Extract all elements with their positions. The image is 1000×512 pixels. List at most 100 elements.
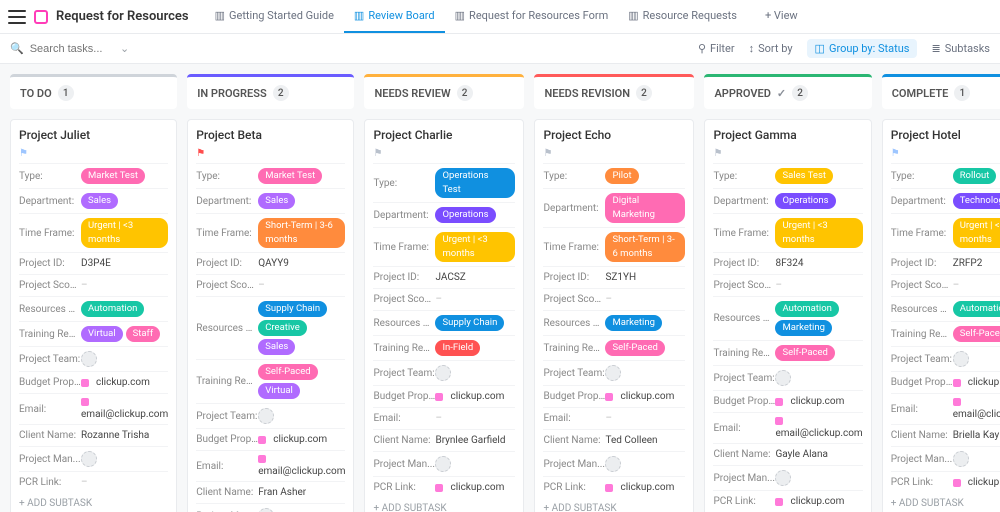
column-header[interactable]: NEEDS REVISION2: [534, 74, 694, 109]
tag-pill[interactable]: Self-Paced: [258, 364, 317, 380]
field-value[interactable]: Briella Kay: [953, 430, 1000, 441]
flag-icon[interactable]: ⚑: [543, 148, 685, 159]
field-value[interactable]: Short-Term | 3-6 months: [258, 218, 345, 248]
tag-pill[interactable]: Operations Test: [435, 168, 515, 198]
task-card[interactable]: Project Charlie⚑Type:Operations TestDepa…: [364, 119, 524, 512]
tag-pill[interactable]: Rollout: [953, 168, 997, 184]
field-value[interactable]: Operations: [775, 193, 862, 209]
tab-request-for-resources-form[interactable]: ▥Request for Resources Form: [445, 0, 619, 33]
filter-button[interactable]: ⚲Filter: [698, 42, 735, 55]
tag-pill[interactable]: Market Test: [258, 168, 322, 184]
avatar-placeholder[interactable]: [435, 456, 451, 472]
tag-pill[interactable]: Automation: [953, 301, 1000, 317]
task-card[interactable]: Project Juliet⚑Type:Market TestDepartmen…: [10, 119, 177, 512]
field-value[interactable]: –: [435, 413, 515, 424]
field-value[interactable]: In-Field: [435, 340, 515, 356]
avatar-placeholder[interactable]: [605, 365, 621, 381]
field-value[interactable]: email@clickup.com: [953, 398, 1000, 420]
link-text[interactable]: email@clickup.com: [775, 428, 862, 439]
field-value[interactable]: Operations: [435, 207, 515, 223]
tag-pill[interactable]: Automation: [775, 301, 838, 317]
card-title[interactable]: Project Echo: [543, 128, 685, 142]
flag-icon[interactable]: ⚑: [19, 148, 168, 159]
add-subtask-button[interactable]: + ADD SUBTASK: [543, 498, 685, 512]
avatar-placeholder[interactable]: [258, 408, 274, 424]
avatar-placeholder[interactable]: [775, 370, 791, 386]
tag-pill[interactable]: Urgent | <3 months: [775, 218, 862, 248]
column-header[interactable]: IN PROGRESS2: [187, 74, 354, 109]
field-value[interactable]: [435, 456, 515, 472]
avatar-placeholder[interactable]: [81, 451, 97, 467]
add-subtask-button[interactable]: + ADD SUBTASK: [19, 493, 168, 511]
field-value[interactable]: [81, 451, 168, 467]
field-value[interactable]: [258, 408, 345, 424]
menu-icon[interactable]: [8, 10, 26, 24]
field-value[interactable]: Supply ChainCreativeSales: [258, 301, 345, 355]
link-text[interactable]: clickup.com: [620, 482, 674, 493]
tag-pill[interactable]: Operations: [775, 193, 835, 209]
field-value[interactable]: Self-Paced: [775, 345, 862, 361]
field-value[interactable]: Marketing: [605, 315, 685, 331]
field-value[interactable]: –: [775, 280, 862, 291]
field-value[interactable]: [258, 508, 345, 512]
flag-icon[interactable]: ⚑: [373, 148, 515, 159]
column-header[interactable]: COMPLETE1: [882, 74, 1000, 109]
tab-review-board[interactable]: ▥Review Board: [344, 0, 445, 33]
card-title[interactable]: Project Charlie: [373, 128, 515, 142]
tag-pill[interactable]: Creative: [258, 320, 307, 336]
field-value[interactable]: –: [258, 280, 345, 291]
field-value[interactable]: clickup.com: [605, 482, 685, 493]
avatar-placeholder[interactable]: [605, 456, 621, 472]
tag-pill[interactable]: Urgent | <3 months: [81, 218, 168, 248]
field-value[interactable]: [81, 351, 168, 367]
field-value[interactable]: Market Test: [258, 168, 345, 184]
tag-pill[interactable]: Sales Test: [775, 168, 833, 184]
field-value[interactable]: clickup.com: [435, 482, 515, 493]
field-value[interactable]: –: [81, 477, 168, 488]
field-value[interactable]: clickup.com: [953, 377, 1000, 388]
tag-pill[interactable]: Short-Term | 3-6 months: [605, 232, 685, 262]
field-value[interactable]: –: [605, 413, 685, 424]
flag-icon[interactable]: ⚑: [713, 148, 862, 159]
field-value[interactable]: email@clickup.com: [258, 455, 345, 477]
task-card[interactable]: Project Gamma⚑Type:Sales TestDepartment:…: [704, 119, 871, 512]
field-value[interactable]: Urgent | <3 months: [775, 218, 862, 248]
add-subtask-button[interactable]: + ADD SUBTASK: [891, 493, 1000, 511]
field-value[interactable]: [775, 370, 862, 386]
link-text[interactable]: clickup.com: [96, 377, 150, 388]
group-button[interactable]: ◫Group by: Status: [807, 39, 918, 58]
field-value[interactable]: 8F324: [775, 258, 862, 269]
avatar-placeholder[interactable]: [81, 351, 97, 367]
chevron-down-icon[interactable]: ⌄: [120, 42, 129, 55]
field-value[interactable]: clickup.com: [81, 377, 168, 388]
avatar-placeholder[interactable]: [258, 508, 274, 512]
field-value[interactable]: ZRFP2: [953, 258, 1000, 269]
field-value[interactable]: –: [953, 280, 1000, 291]
field-value[interactable]: Digital Marketing: [605, 193, 685, 223]
card-title[interactable]: Project Hotel: [891, 128, 1000, 142]
tag-pill[interactable]: Supply Chain: [435, 315, 504, 331]
field-value[interactable]: Automation: [81, 301, 168, 317]
tag-pill[interactable]: Marketing: [605, 315, 661, 331]
link-text[interactable]: clickup.com: [273, 434, 327, 445]
field-value[interactable]: Sales Test: [775, 168, 862, 184]
field-value[interactable]: Self-PacedVirtual: [258, 364, 345, 399]
tag-pill[interactable]: Pilot: [605, 168, 638, 184]
field-value[interactable]: clickup.com: [775, 496, 862, 507]
field-value[interactable]: [605, 456, 685, 472]
field-value[interactable]: Rozanne Trisha: [81, 430, 168, 441]
link-text[interactable]: clickup.com: [620, 391, 674, 402]
tag-pill[interactable]: Supply Chain: [258, 301, 327, 317]
card-title[interactable]: Project Beta: [196, 128, 345, 142]
field-value[interactable]: –: [81, 280, 168, 291]
field-value[interactable]: JACSZ: [435, 272, 515, 283]
field-value[interactable]: Urgent | <3 months: [81, 218, 168, 248]
field-value[interactable]: clickup.com: [605, 391, 685, 402]
field-value[interactable]: –: [435, 294, 515, 305]
field-value[interactable]: AutomationMarketing: [775, 301, 862, 336]
field-value[interactable]: VirtualStaff: [81, 326, 168, 342]
tag-pill[interactable]: Self-Paced: [775, 345, 834, 361]
field-value[interactable]: D3P4E: [81, 258, 168, 269]
avatar-placeholder[interactable]: [775, 470, 791, 486]
field-value[interactable]: Gayle Alana: [775, 449, 862, 460]
